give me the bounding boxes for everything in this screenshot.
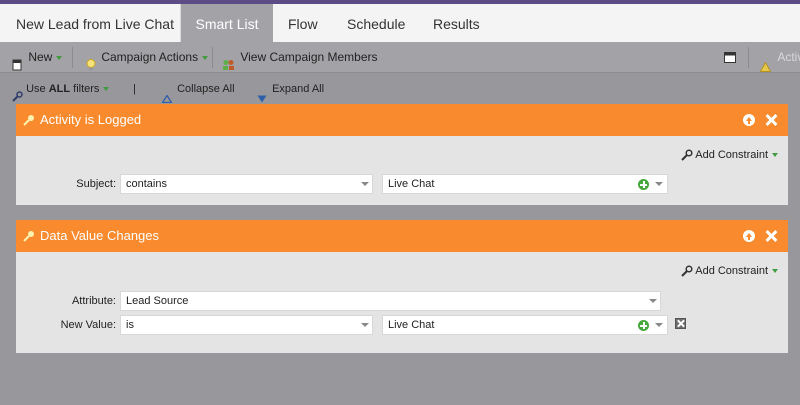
use-suffix: filters bbox=[70, 83, 100, 95]
filter-bar: Use ALL filters | Collapse All Expand Al… bbox=[0, 74, 800, 104]
move-up-icon[interactable] bbox=[743, 114, 755, 126]
subject-operator-select[interactable]: contains bbox=[120, 174, 373, 194]
add-value-icon[interactable] bbox=[638, 179, 649, 190]
new-label: New bbox=[28, 50, 53, 64]
attribute-value: Lead Source bbox=[126, 295, 189, 307]
add-constraint-button[interactable]: Add Constraint bbox=[681, 149, 778, 161]
filter-panel-activity-logged: Activity is Logged Add Constraint Subjec… bbox=[16, 104, 788, 205]
subject-value: Live Chat bbox=[388, 178, 435, 190]
new-value-field[interactable]: Live Chat bbox=[382, 315, 668, 335]
chevron-down-icon bbox=[772, 153, 778, 158]
attribute-label: Attribute: bbox=[71, 295, 116, 307]
toolbar-separator bbox=[212, 47, 213, 68]
wrench-icon bbox=[681, 149, 693, 161]
expand-all-button[interactable]: Expand All bbox=[257, 74, 324, 104]
window-icon[interactable] bbox=[724, 42, 736, 73]
chevron-down-icon bbox=[103, 87, 110, 92]
filter-title: Data Value Changes bbox=[40, 228, 160, 243]
use-prefix: Use bbox=[26, 83, 49, 95]
dropdown-arrow-icon bbox=[655, 182, 663, 186]
status-label: Active bbox=[777, 50, 800, 64]
tab-smart-list[interactable]: Smart List bbox=[181, 4, 273, 42]
filter-header[interactable]: Activity is Logged bbox=[16, 104, 788, 136]
expand-all-label: Expand All bbox=[272, 83, 325, 95]
lightbulb-icon bbox=[86, 52, 96, 71]
members-icon bbox=[222, 52, 235, 70]
add-constraint-button[interactable]: Add Constraint bbox=[681, 265, 778, 277]
add-constraint-label: Add Constraint bbox=[695, 149, 768, 161]
filter-header[interactable]: Data Value Changes bbox=[16, 220, 788, 252]
use-all-filters-button[interactable]: Use ALL filters bbox=[12, 74, 110, 104]
chevron-down-icon bbox=[56, 55, 63, 60]
dropdown-arrow-icon bbox=[361, 182, 369, 186]
campaign-status: Active bbox=[759, 42, 800, 73]
new-value-label: New Value: bbox=[60, 319, 116, 331]
warning-icon bbox=[759, 53, 772, 72]
tab-schedule[interactable]: Schedule bbox=[347, 4, 405, 42]
use-all-emphasis: ALL bbox=[48, 83, 71, 95]
toolbar: New Campaign Actions View Campaign Membe… bbox=[0, 42, 800, 73]
close-icon[interactable] bbox=[764, 113, 778, 127]
view-campaign-members-button[interactable]: View Campaign Members bbox=[222, 42, 378, 73]
chevron-down-icon bbox=[772, 269, 778, 274]
new-value: Live Chat bbox=[388, 319, 435, 331]
collapse-all-label: Collapse All bbox=[177, 83, 235, 95]
filter-panel-data-value-changes: Data Value Changes Add Constraint Attrib… bbox=[16, 220, 788, 353]
filter-type-icon bbox=[23, 231, 34, 242]
collapse-all-button[interactable]: Collapse All bbox=[161, 74, 235, 104]
campaign-actions-button[interactable]: Campaign Actions bbox=[86, 42, 209, 73]
new-value-operator-select[interactable]: is bbox=[120, 315, 373, 335]
subject-label: Subject: bbox=[76, 178, 116, 190]
subject-value-field[interactable]: Live Chat bbox=[382, 174, 668, 194]
view-members-label: View Campaign Members bbox=[240, 50, 378, 64]
close-icon[interactable] bbox=[764, 229, 778, 243]
dropdown-arrow-icon bbox=[649, 299, 657, 303]
toolbar-separator bbox=[72, 47, 73, 68]
toolbar-separator bbox=[748, 47, 749, 68]
tab-campaign-name[interactable]: New Lead from Live Chat bbox=[16, 4, 174, 42]
new-document-icon bbox=[12, 52, 22, 71]
pipe-separator: | bbox=[133, 83, 136, 95]
tab-bar: New Lead from Live Chat Smart List Flow … bbox=[0, 4, 800, 42]
tab-flow[interactable]: Flow bbox=[288, 4, 318, 42]
filter-title: Activity is Logged bbox=[40, 112, 142, 127]
move-up-icon[interactable] bbox=[743, 230, 755, 242]
tab-results[interactable]: Results bbox=[433, 4, 480, 42]
wrench-icon bbox=[681, 265, 693, 277]
chevron-down-icon bbox=[202, 55, 209, 60]
filter-type-icon bbox=[23, 115, 34, 126]
operator-value: contains bbox=[126, 178, 167, 190]
wrench-icon bbox=[12, 84, 23, 102]
expand-triangle-icon bbox=[257, 85, 267, 103]
collapse-triangle-icon bbox=[161, 85, 173, 104]
add-value-icon[interactable] bbox=[638, 320, 649, 331]
dropdown-arrow-icon bbox=[361, 323, 369, 327]
attribute-select[interactable]: Lead Source bbox=[120, 291, 661, 311]
remove-row-icon[interactable] bbox=[675, 318, 686, 329]
operator-value: is bbox=[126, 319, 134, 331]
add-constraint-label: Add Constraint bbox=[695, 265, 768, 277]
new-menu-button[interactable]: New bbox=[12, 42, 63, 73]
dropdown-arrow-icon bbox=[655, 323, 663, 327]
campaign-actions-label: Campaign Actions bbox=[101, 50, 199, 64]
